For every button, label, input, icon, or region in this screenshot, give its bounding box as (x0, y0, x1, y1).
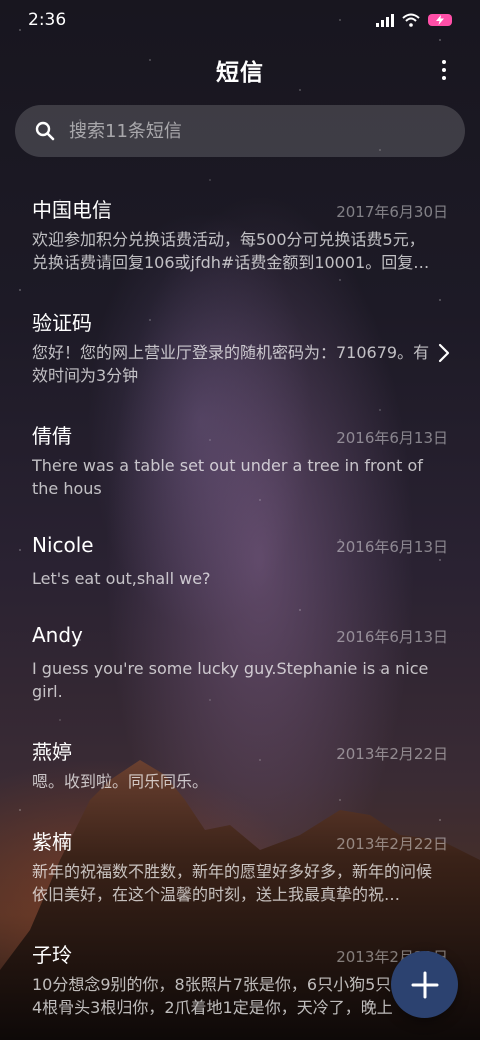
message-sender: 燕婷 (32, 740, 72, 764)
message-sender: 验证码 (32, 311, 92, 335)
new-message-button[interactable] (391, 951, 458, 1018)
message-date: 2016年6月13日 (336, 429, 448, 447)
message-item[interactable]: Andy 2016年6月13日 I guess you're some luck… (0, 623, 480, 703)
message-preview: 10分想念9别的你，8张照片7张是你，6只小狗5只像你，4根骨头3根归你，2爪着… (32, 975, 440, 1017)
charging-bolt-icon (436, 15, 444, 25)
message-sender: 中国电信 (32, 198, 112, 222)
message-date: 2013年2月22日 (336, 835, 448, 853)
message-preview: There was a table set out under a tree i… (32, 456, 423, 498)
status-icons (376, 13, 452, 27)
message-date: 2017年6月30日 (336, 203, 448, 221)
message-item[interactable]: 燕婷 2013年2月22日 嗯。收到啦。同乐同乐。 (0, 736, 480, 793)
more-options-button[interactable] (436, 56, 452, 84)
message-preview: 新年的祝福数不胜数，新年的愿望好多好多，新年的问候依旧美好，在这个温馨的时刻，送… (32, 862, 433, 904)
message-sender: Nicole (32, 533, 94, 557)
message-date: 2016年6月13日 (336, 628, 448, 646)
message-sender: 子玲 (32, 943, 72, 967)
app-header: 短信 (0, 48, 480, 92)
page-title: 短信 (216, 60, 264, 86)
message-sender: Andy (32, 623, 83, 647)
message-preview: Let's eat out,shall we? (32, 569, 211, 588)
message-item[interactable]: 倩倩 2016年6月13日 There was a table set out … (0, 420, 480, 500)
message-preview: 您好！您的网上营业厅登录的随机密码为：710679。有效时间为3分钟 (32, 343, 430, 385)
message-item[interactable]: 验证码 您好！您的网上营业厅登录的随机密码为：710679。有效时间为3分钟 (0, 307, 480, 387)
search-bar[interactable] (15, 105, 465, 157)
message-item[interactable]: 紫楠 2013年2月22日 新年的祝福数不胜数，新年的愿望好多好多，新年的问候依… (0, 826, 480, 906)
more-vertical-icon (442, 60, 446, 64)
message-date: 2013年2月22日 (336, 745, 448, 763)
plus-icon (411, 971, 438, 998)
message-item[interactable]: 中国电信 2017年6月30日 欢迎参加积分兑换话费活动，每500分可兑换话费5… (0, 194, 480, 274)
message-sender: 倩倩 (32, 424, 72, 448)
search-icon (35, 121, 55, 141)
battery-icon (428, 14, 452, 26)
message-item[interactable]: Nicole 2016年6月13日 Let's eat out,shall we… (0, 533, 480, 590)
search-input[interactable] (67, 119, 431, 143)
message-preview: 嗯。收到啦。同乐同乐。 (32, 772, 209, 791)
message-preview: 欢迎参加积分兑换话费活动，每500分可兑换话费5元，兑换话费请回复106或jfd… (32, 230, 430, 272)
message-date: 2016年6月13日 (336, 538, 448, 556)
status-time: 2:36 (28, 10, 67, 30)
message-preview: I guess you're some lucky guy.Stephanie … (32, 659, 429, 701)
status-bar: 2:36 (0, 0, 480, 40)
signal-icon (376, 13, 394, 27)
message-sender: 紫楠 (32, 830, 72, 854)
chevron-right-icon (438, 343, 450, 363)
wifi-icon (402, 13, 420, 27)
